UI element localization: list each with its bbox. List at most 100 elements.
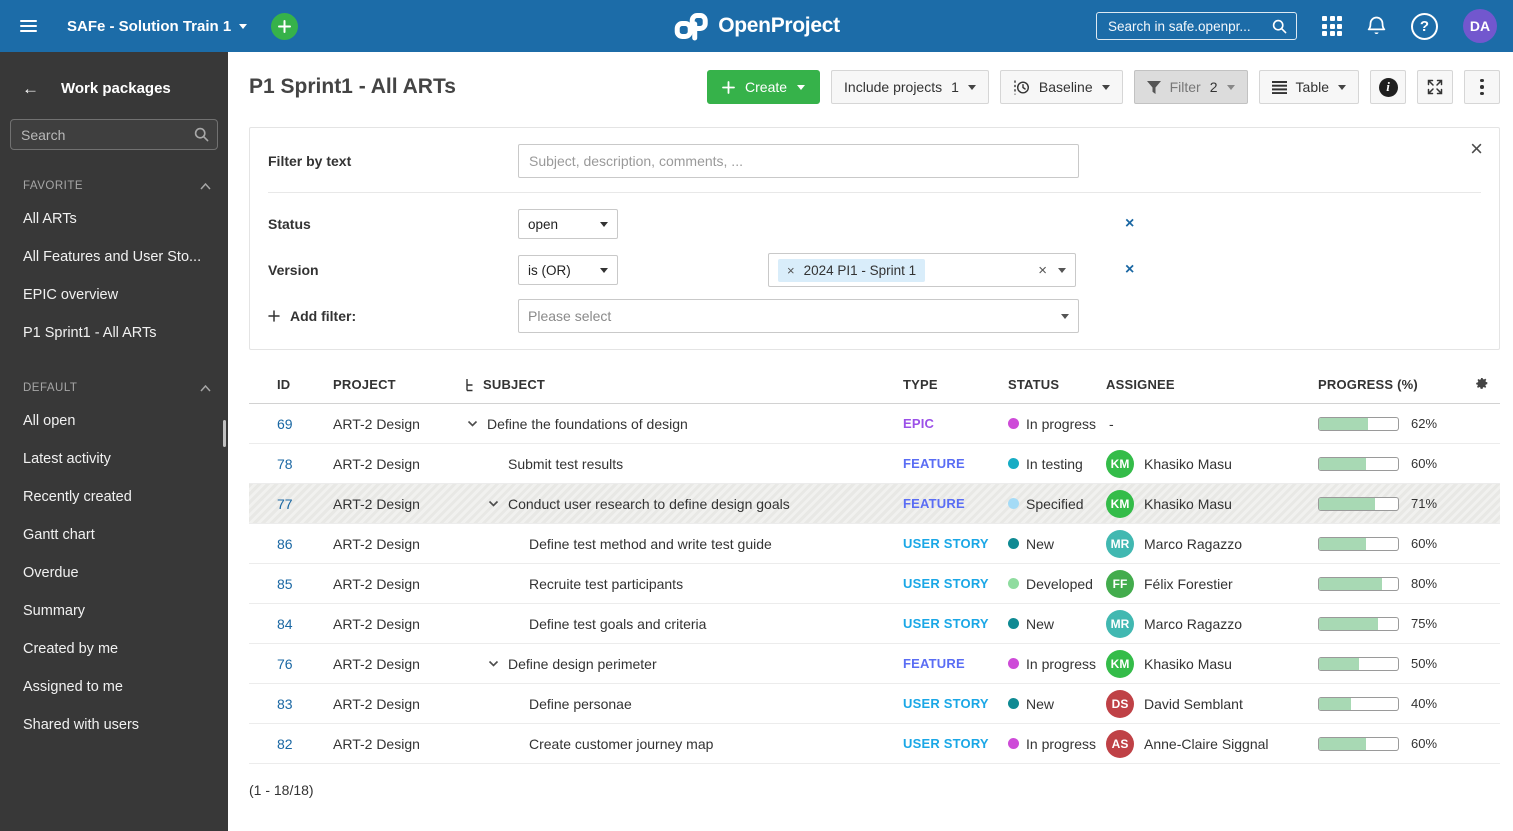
subject-cell[interactable]: Define test goals and criteria — [460, 616, 895, 632]
work-package-id-link[interactable]: 76 — [277, 656, 293, 672]
assignee-cell[interactable]: KM Khasiko Masu — [1098, 489, 1310, 518]
sidebar-item[interactable]: Overdue — [0, 554, 228, 592]
table-row[interactable]: 84 ART-2 Design Define test goals and crit… — [249, 604, 1500, 644]
collapse-chevron-icon[interactable] — [466, 417, 481, 430]
progress-cell[interactable]: 80% — [1310, 576, 1460, 591]
project-cell[interactable]: ART-2 Design — [320, 736, 460, 752]
sidebar-item[interactable]: Latest activity — [0, 440, 228, 478]
status-operator-select[interactable]: open — [518, 209, 618, 239]
progress-cell[interactable]: 60% — [1310, 536, 1460, 551]
subject-cell[interactable]: Recruite test participants — [460, 576, 895, 592]
sidebar-item[interactable]: All ARTs — [0, 200, 228, 238]
status-cell[interactable]: New — [1000, 696, 1098, 712]
main-menu-icon[interactable] — [16, 13, 41, 40]
progress-cell[interactable]: 75% — [1310, 616, 1460, 631]
status-cell[interactable]: In progress — [1000, 656, 1098, 672]
assignee-cell[interactable]: FF Félix Forestier — [1098, 569, 1310, 598]
column-header-status[interactable]: STATUS — [1000, 377, 1098, 392]
sidebar-section-header[interactable]: FAVORITE — [0, 180, 228, 192]
sidebar-item[interactable]: All open — [0, 402, 228, 440]
baseline-button[interactable]: Baseline — [999, 70, 1123, 104]
quick-add-button[interactable] — [271, 12, 299, 40]
clear-values-icon[interactable]: × — [1038, 263, 1047, 278]
project-cell[interactable]: ART-2 Design — [320, 456, 460, 472]
type-cell[interactable]: FEATURE — [895, 456, 1000, 471]
work-package-id-link[interactable]: 83 — [277, 696, 293, 712]
user-avatar[interactable]: DA — [1463, 9, 1497, 43]
status-cell[interactable]: In progress — [1000, 416, 1098, 432]
type-cell[interactable]: USER STORY — [895, 536, 1000, 551]
subject-cell[interactable]: Define personae — [460, 696, 895, 712]
filter-text-input[interactable] — [518, 144, 1079, 178]
type-cell[interactable]: FEATURE — [895, 656, 1000, 671]
column-header-type[interactable]: TYPE — [895, 377, 1000, 392]
table-row[interactable]: 78 ART-2 Design Submit test results FEATURE… — [249, 444, 1500, 484]
type-cell[interactable]: USER STORY — [895, 616, 1000, 631]
progress-cell[interactable]: 60% — [1310, 456, 1460, 471]
column-header-project[interactable]: PROJECT — [320, 377, 460, 392]
assignee-cell[interactable]: MR Marco Ragazzo — [1098, 529, 1310, 558]
subject-cell[interactable]: Define design perimeter — [460, 656, 895, 672]
table-row[interactable]: 69 ART-2 Design Define the foundations of … — [249, 404, 1500, 444]
work-package-id-link[interactable]: 85 — [277, 576, 293, 592]
table-row[interactable]: 86 ART-2 Design Define test method and wri… — [249, 524, 1500, 564]
progress-cell[interactable]: 60% — [1310, 736, 1460, 751]
status-cell[interactable]: In testing — [1000, 456, 1098, 472]
table-settings-gear-icon[interactable] — [1460, 377, 1500, 392]
type-cell[interactable]: FEATURE — [895, 496, 1000, 511]
project-cell[interactable]: ART-2 Design — [320, 416, 460, 432]
sidebar-item[interactable]: EPIC overview — [0, 276, 228, 314]
assignee-cell[interactable]: - — [1098, 416, 1310, 432]
sidebar-search-input[interactable] — [10, 119, 218, 150]
assignee-cell[interactable]: KM Khasiko Masu — [1098, 449, 1310, 478]
sidebar-item[interactable]: Created by me — [0, 630, 228, 668]
assignee-cell[interactable]: KM Khasiko Masu — [1098, 649, 1310, 678]
global-search-input[interactable] — [1106, 17, 1272, 35]
notifications-bell-icon[interactable] — [1367, 16, 1386, 36]
more-options-button[interactable] — [1464, 70, 1500, 104]
status-cell[interactable]: New — [1000, 616, 1098, 632]
project-cell[interactable]: ART-2 Design — [320, 616, 460, 632]
type-cell[interactable]: USER STORY — [895, 576, 1000, 591]
openproject-logo[interactable]: OpenProject — [673, 12, 840, 41]
collapse-chevron-icon[interactable] — [487, 657, 502, 670]
apps-grid-icon[interactable] — [1322, 16, 1342, 36]
work-package-id-link[interactable]: 82 — [277, 736, 293, 752]
column-header-id[interactable]: ID — [249, 377, 320, 392]
include-projects-button[interactable]: Include projects 1 — [831, 70, 989, 104]
view-mode-button[interactable]: Table — [1258, 70, 1359, 104]
column-header-subject[interactable]: SUBJECT — [460, 377, 895, 392]
fullscreen-button[interactable] — [1417, 70, 1453, 104]
info-button[interactable]: i — [1370, 70, 1406, 104]
work-package-id-link[interactable]: 69 — [277, 416, 293, 432]
table-row[interactable]: 83 ART-2 Design Define personae USER STORY N… — [249, 684, 1500, 724]
add-filter-label[interactable]: Add filter: — [268, 308, 518, 324]
progress-cell[interactable]: 62% — [1310, 416, 1460, 431]
assignee-cell[interactable]: MR Marco Ragazzo — [1098, 609, 1310, 638]
version-values-box[interactable]: × 2024 PI1 - Sprint 1 × — [768, 253, 1076, 287]
assignee-cell[interactable]: DS David Semblant — [1098, 689, 1310, 718]
status-cell[interactable]: Specified — [1000, 496, 1098, 512]
status-cell[interactable]: Developed — [1000, 576, 1098, 592]
remove-status-filter-icon[interactable]: × — [1125, 216, 1134, 232]
project-cell[interactable]: ART-2 Design — [320, 536, 460, 552]
sidebar-item[interactable]: P1 Sprint1 - All ARTs — [0, 314, 228, 352]
progress-cell[interactable]: 50% — [1310, 656, 1460, 671]
add-filter-select[interactable]: Please select — [518, 299, 1079, 333]
filter-button[interactable]: Filter 2 — [1133, 70, 1248, 104]
project-cell[interactable]: ART-2 Design — [320, 696, 460, 712]
project-cell[interactable]: ART-2 Design — [320, 496, 460, 512]
sidebar-item[interactable]: Gantt chart — [0, 516, 228, 554]
sidebar-item[interactable]: Assigned to me — [0, 668, 228, 706]
work-package-id-link[interactable]: 84 — [277, 616, 293, 632]
sidebar-section-header[interactable]: DEFAULT — [0, 382, 228, 394]
table-row[interactable]: 76 ART-2 Design Define design perimeter FEA… — [249, 644, 1500, 684]
project-cell[interactable]: ART-2 Design — [320, 656, 460, 672]
sidebar-scrollbar[interactable] — [223, 420, 226, 447]
chevron-down-icon[interactable] — [1058, 267, 1066, 273]
type-cell[interactable]: EPIC — [895, 416, 1000, 431]
help-icon[interactable]: ? — [1411, 12, 1438, 40]
project-selector[interactable]: SAFe - Solution Train 1 — [67, 18, 248, 35]
create-button[interactable]: Create — [707, 70, 821, 104]
subject-cell[interactable]: Submit test results — [460, 456, 895, 472]
